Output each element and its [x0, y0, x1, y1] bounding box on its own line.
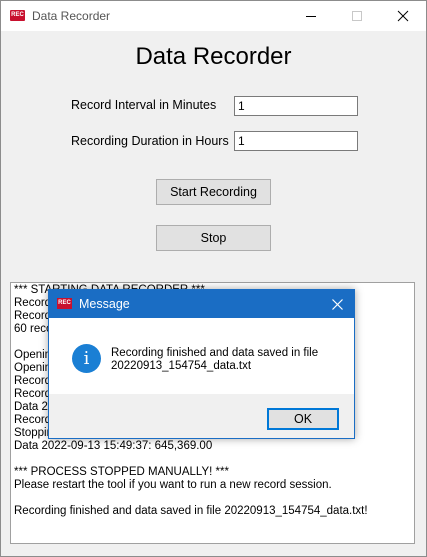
duration-input[interactable]: 1 — [234, 131, 358, 151]
minimize-icon — [306, 16, 316, 17]
minimize-button[interactable] — [288, 1, 334, 31]
dialog-footer: OK — [49, 394, 354, 438]
rec-app-icon: REC — [57, 298, 72, 309]
log-line: Data 2022-09-13 15:49:37: 645,369.00 — [14, 440, 213, 452]
maximize-icon — [352, 11, 362, 21]
app-window: REC Data Recorder Data Recorder Record I… — [0, 0, 427, 557]
interval-label: Record Interval in Minutes — [71, 98, 217, 112]
duration-label: Recording Duration in Hours — [71, 134, 229, 148]
dialog-message-line: 20220913_154754_data.txt — [111, 360, 252, 372]
dialog-titlebar: REC Message — [49, 290, 354, 318]
window-title: Data Recorder — [32, 9, 111, 23]
dialog-title: Message — [79, 297, 130, 311]
page-title: Data Recorder — [135, 43, 292, 70]
rec-app-icon: REC — [10, 10, 25, 21]
dialog-message-line: Recording finished and data saved in fil… — [111, 347, 319, 359]
start-recording-button[interactable]: Start Recording — [156, 179, 271, 205]
close-icon — [397, 10, 409, 22]
stop-button[interactable]: Stop — [156, 225, 271, 251]
dialog-message: Recording finished and data saved in fil… — [111, 347, 318, 373]
info-icon: i — [72, 344, 101, 373]
dialog-close-button[interactable] — [320, 290, 354, 318]
interval-input[interactable]: 1 — [234, 96, 358, 116]
ok-button[interactable]: OK — [267, 408, 339, 430]
maximize-button[interactable] — [334, 1, 380, 31]
log-line: Please restart the tool if you want to r… — [14, 479, 332, 491]
close-button[interactable] — [380, 1, 426, 31]
log-line: *** PROCESS STOPPED MANUALLY! *** — [14, 466, 229, 478]
close-icon — [332, 299, 343, 310]
message-dialog: REC Message i Recording finished and dat… — [48, 289, 355, 439]
window-titlebar: REC Data Recorder — [1, 1, 426, 31]
log-line: Recording finished and data saved in fil… — [14, 505, 368, 517]
